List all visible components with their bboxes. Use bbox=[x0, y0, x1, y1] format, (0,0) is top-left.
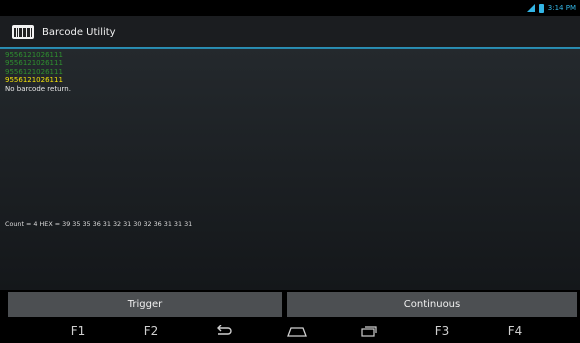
action-bar: Barcode Utility bbox=[0, 16, 580, 48]
previous-read: 9556121026111 bbox=[5, 51, 63, 59]
f2-key[interactable]: F2 bbox=[131, 318, 171, 343]
hex-readout: Count = 4 HEX = 39 35 35 36 31 32 31 30 … bbox=[5, 220, 193, 228]
status-time: 3:14 PM bbox=[547, 4, 576, 12]
app-title: Barcode Utility bbox=[42, 26, 116, 38]
back-icon[interactable] bbox=[204, 318, 244, 343]
barcode-app-icon bbox=[12, 25, 34, 39]
trigger-button[interactable]: Trigger bbox=[8, 292, 282, 317]
recent-apps-icon[interactable] bbox=[349, 318, 389, 343]
f1-key[interactable]: F1 bbox=[58, 318, 98, 343]
continuous-button[interactable]: Continuous bbox=[287, 292, 577, 317]
battery-icon bbox=[538, 3, 544, 13]
f3-key[interactable]: F3 bbox=[422, 318, 462, 343]
scan-output-area: 9556121026111 9556121026111 955612102611… bbox=[0, 49, 580, 290]
status-message: No barcode return. bbox=[5, 84, 71, 93]
signal-icon bbox=[526, 4, 535, 12]
status-bar: 3:14 PM bbox=[0, 0, 580, 16]
current-read: 9556121026111 bbox=[5, 76, 63, 85]
home-icon[interactable] bbox=[277, 318, 317, 343]
previous-read: 9556121026111 bbox=[5, 67, 63, 76]
f4-key[interactable]: F4 bbox=[495, 318, 535, 343]
barcode-log: 9556121026111 9556121026111 955612102611… bbox=[5, 51, 71, 93]
previous-read: 9556121026111 bbox=[5, 59, 63, 68]
navigation-bar: F1 F2 F3 F4 bbox=[0, 318, 580, 343]
